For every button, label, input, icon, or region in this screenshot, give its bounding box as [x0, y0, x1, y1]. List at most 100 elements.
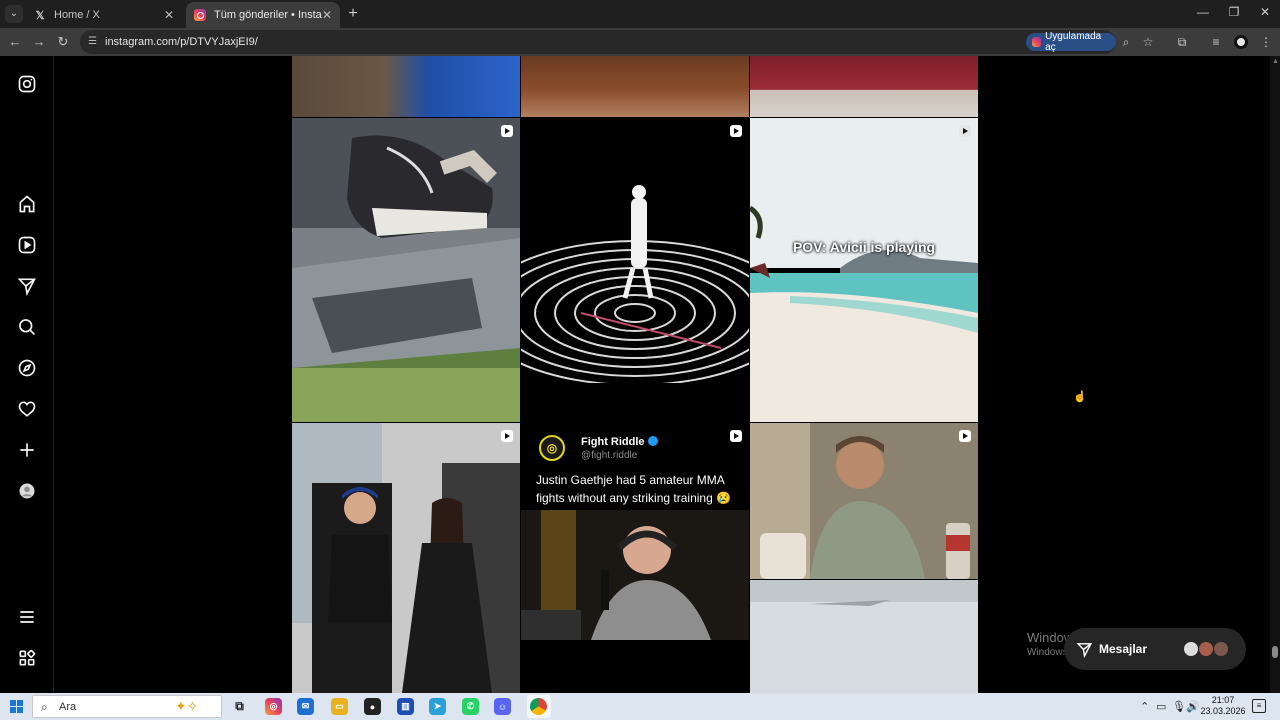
- tab-home-x[interactable]: 𝕏 Home / X ✕: [26, 2, 182, 28]
- task-view-icon[interactable]: ⧉: [231, 698, 248, 715]
- browser-menu-icon[interactable]: ⋮: [1258, 34, 1274, 50]
- chrome-icon[interactable]: [530, 698, 547, 715]
- url-text: instagram.com/p/DTVYJaxjEI9/: [105, 36, 258, 48]
- verified-badge-icon: [647, 435, 658, 446]
- post-thumbnail[interactable]: [292, 56, 520, 117]
- zoom-icon[interactable]: ⌕: [1119, 35, 1133, 49]
- post-thumbnail[interactable]: [750, 423, 978, 579]
- taskbar-search-placeholder: Ara: [59, 701, 77, 713]
- scroll-up-arrow-icon[interactable]: ▲: [1272, 58, 1279, 65]
- whatsapp-icon[interactable]: ✆: [462, 698, 479, 715]
- tweet-header: ◎ Fight Riddle @fight.riddle: [539, 435, 658, 461]
- reel-caption-text: POV: Avicii is playing: [792, 239, 936, 255]
- posts-grid: POV: Avicii is playing ◎ Fight Riddle @f…: [292, 56, 978, 693]
- extensions-icon[interactable]: ⧉: [1174, 34, 1190, 50]
- microphone-icon[interactable]: 🎙: [1172, 700, 1186, 713]
- windows-start-icon[interactable]: [10, 700, 23, 713]
- taskbar-clock[interactable]: 21:07 23.03.2026: [1198, 695, 1248, 717]
- tweet-text: Justin Gaethje had 5 amateur MMA fights …: [536, 473, 732, 505]
- tray-chevron-icon[interactable]: ⌃: [1140, 700, 1149, 713]
- sneakers-photo: [292, 118, 520, 422]
- podcast-photo: [521, 510, 749, 640]
- forward-button[interactable]: →: [30, 33, 48, 51]
- reel-icon: [501, 125, 513, 137]
- instagram-icon: [194, 9, 206, 21]
- new-tab-button[interactable]: +: [344, 5, 362, 23]
- more-menu-icon[interactable]: [17, 607, 37, 627]
- restore-button[interactable]: ❐: [1219, 5, 1249, 19]
- post-thumbnail[interactable]: POV: Avicii is playing: [750, 118, 978, 422]
- avatar: [1213, 641, 1229, 657]
- taskbar-search-box[interactable]: ⌕ Ara ✦✧: [32, 695, 222, 718]
- profile-avatar[interactable]: [17, 481, 37, 501]
- clock-date: 23.03.2026: [1200, 706, 1246, 716]
- close-tab-icon[interactable]: ✕: [322, 8, 332, 22]
- tweet-author: Fight Riddle @fight.riddle: [581, 435, 658, 461]
- messages-label: Mesajlar: [1099, 642, 1148, 656]
- post-thumbnail[interactable]: ◎ Fight Riddle @fight.riddle Justin Gaet…: [521, 423, 749, 693]
- post-thumbnail[interactable]: [292, 423, 520, 693]
- also-from-meta-icon[interactable]: [17, 648, 37, 668]
- sidebar-nav: [0, 56, 54, 693]
- reel-icon: [959, 125, 971, 137]
- open-in-app-label: Uygulamada aç: [1045, 31, 1102, 53]
- spiral-art-image: [521, 118, 749, 422]
- file-explorer-icon[interactable]: ▭: [331, 698, 348, 715]
- reload-button[interactable]: ↻: [54, 33, 72, 51]
- instagram-app-icon[interactable]: ◎: [265, 698, 282, 715]
- avatar: [1198, 641, 1214, 657]
- reel-icon: [501, 430, 513, 442]
- notification-center-icon[interactable]: ≡: [1252, 699, 1266, 713]
- post-thumbnail[interactable]: [521, 118, 749, 422]
- messages-icon: [1076, 642, 1093, 658]
- snow-landscape-photo: [750, 580, 978, 693]
- media-controls-icon[interactable]: ≡: [1208, 34, 1224, 50]
- instagram-icon: [1032, 37, 1042, 47]
- page-scrollbar[interactable]: [1270, 56, 1280, 693]
- tweet-author-handle: @fight.riddle: [581, 449, 638, 461]
- scrollbar-thumb[interactable]: [1272, 646, 1278, 658]
- post-thumbnail[interactable]: [750, 56, 978, 117]
- x-logo-icon: 𝕏: [35, 9, 45, 22]
- app-icon[interactable]: ●: [364, 698, 381, 715]
- windows-taskbar: ⌕ Ara ✦✧ ⧉ ◎ ✉ ▭ ● ▥ ➤ ✆ ☺ ⌃ ▭ 🎙 🔊 21:07…: [0, 693, 1280, 720]
- avatar: [1183, 641, 1199, 657]
- outlook-icon[interactable]: ✉: [297, 698, 314, 715]
- tab-search-chevron-icon[interactable]: ⌄: [5, 5, 23, 23]
- tab-instagram[interactable]: Tüm gönderiler • Instagram ✕: [186, 2, 340, 28]
- beach-photo: [750, 118, 978, 422]
- messages-button[interactable]: Mesajlar: [1064, 628, 1246, 670]
- reels-icon[interactable]: [17, 235, 37, 255]
- instagram-logo-icon[interactable]: [17, 74, 37, 94]
- reel-icon: [959, 430, 971, 442]
- event-photo: [292, 423, 520, 693]
- battery-icon[interactable]: ▭: [1156, 700, 1166, 713]
- telegram-icon[interactable]: ➤: [429, 698, 446, 715]
- site-info-icon[interactable]: ☰: [88, 36, 100, 48]
- minimize-button[interactable]: —: [1188, 5, 1218, 19]
- search-icon[interactable]: [17, 317, 37, 337]
- create-icon[interactable]: [17, 440, 37, 460]
- movie-scene-photo: [750, 423, 978, 579]
- messages-icon[interactable]: [17, 276, 37, 296]
- post-thumbnail[interactable]: [750, 580, 978, 693]
- back-button[interactable]: ←: [6, 33, 24, 51]
- trello-icon[interactable]: ▥: [397, 698, 414, 715]
- close-tab-icon[interactable]: ✕: [164, 8, 174, 22]
- home-icon[interactable]: [17, 194, 37, 214]
- address-bar[interactable]: ☰ instagram.com/p/DTVYJaxjEI9/ Uygulamad…: [80, 30, 1153, 54]
- discord-icon[interactable]: ☺: [494, 698, 511, 715]
- notifications-icon[interactable]: [17, 399, 37, 419]
- post-thumbnail[interactable]: [292, 118, 520, 422]
- tab-title: Tüm gönderiler • Instagram: [214, 9, 322, 21]
- bookmark-star-icon[interactable]: ☆: [1141, 35, 1155, 49]
- close-window-button[interactable]: ✕: [1250, 5, 1280, 19]
- search-icon: ⌕: [41, 700, 48, 714]
- tweet-author-name: Fight Riddle: [581, 435, 645, 448]
- post-thumbnail[interactable]: [521, 56, 749, 117]
- mouse-cursor-icon: ☝: [1073, 391, 1087, 403]
- browser-profile-avatar[interactable]: [1234, 35, 1248, 49]
- open-in-app-button[interactable]: Uygulamada aç: [1026, 31, 1116, 53]
- browser-toolbar: ← → ↻ ☰ instagram.com/p/DTVYJaxjEI9/ Uyg…: [0, 28, 1280, 56]
- explore-icon[interactable]: [17, 358, 37, 378]
